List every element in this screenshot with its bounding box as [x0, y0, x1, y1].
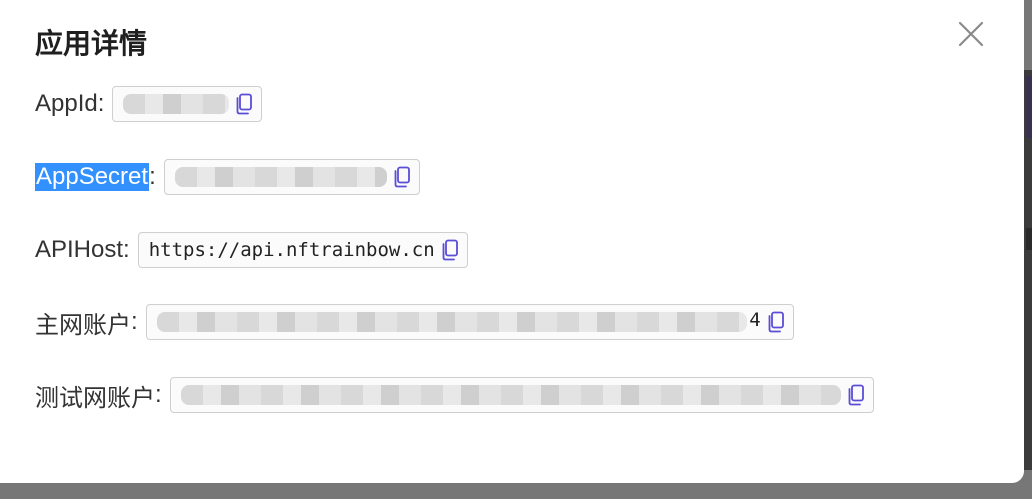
apihost-colon: :: [123, 236, 130, 263]
copy-icon[interactable]: [767, 311, 785, 333]
appid-row: AppId :: [35, 84, 263, 124]
testnet-account-redaction: [180, 385, 841, 405]
mainnet-account-field[interactable]: 4: [145, 304, 794, 340]
appsecret-redaction: [174, 167, 387, 187]
testnet-account-colon: :: [155, 381, 162, 408]
app-details-dialog: 应用详情 AppId : AppSecret : APIHost: https…: [0, 0, 1024, 483]
backdrop-fragment: [1026, 76, 1032, 138]
appsecret-value: [174, 164, 387, 190]
appid-value: [123, 91, 230, 117]
appid-redaction: [123, 94, 230, 114]
copy-icon[interactable]: [393, 166, 411, 188]
apihost-row: APIHost : https://api.nftrainbow.cn: [35, 230, 468, 270]
mainnet-account-row: 主网账户 : 4: [35, 302, 794, 342]
mainnet-account-colon: :: [131, 308, 138, 335]
copy-icon[interactable]: [235, 93, 253, 115]
close-icon: [958, 21, 984, 47]
mainnet-account-redaction: [156, 312, 747, 332]
testnet-account-row: 测试网账户 :: [35, 375, 874, 415]
close-button[interactable]: [955, 18, 987, 50]
testnet-account-value: [180, 382, 841, 408]
appsecret-row: AppSecret :: [35, 157, 420, 197]
testnet-account-field[interactable]: [169, 377, 874, 413]
appid-label: AppId: [35, 90, 98, 117]
appsecret-colon: :: [149, 163, 156, 190]
apihost-value: https://api.nftrainbow.cn: [148, 239, 435, 261]
backdrop-fragment: [1026, 228, 1032, 250]
dialog-title: 应用详情: [35, 27, 148, 60]
appid-colon: :: [97, 90, 105, 117]
appid-field[interactable]: [112, 86, 263, 122]
mainnet-account-value: 4: [156, 309, 761, 335]
mainnet-account-label: 主网账户: [35, 311, 131, 339]
apihost-field[interactable]: https://api.nftrainbow.cn: [137, 232, 468, 268]
apihost-label: APIHost: [35, 236, 124, 263]
testnet-account-label: 测试网账户: [35, 384, 155, 412]
appsecret-field[interactable]: [163, 159, 420, 195]
copy-icon[interactable]: [441, 239, 459, 261]
appsecret-label: AppSecret: [35, 163, 150, 191]
copy-icon[interactable]: [847, 384, 865, 406]
